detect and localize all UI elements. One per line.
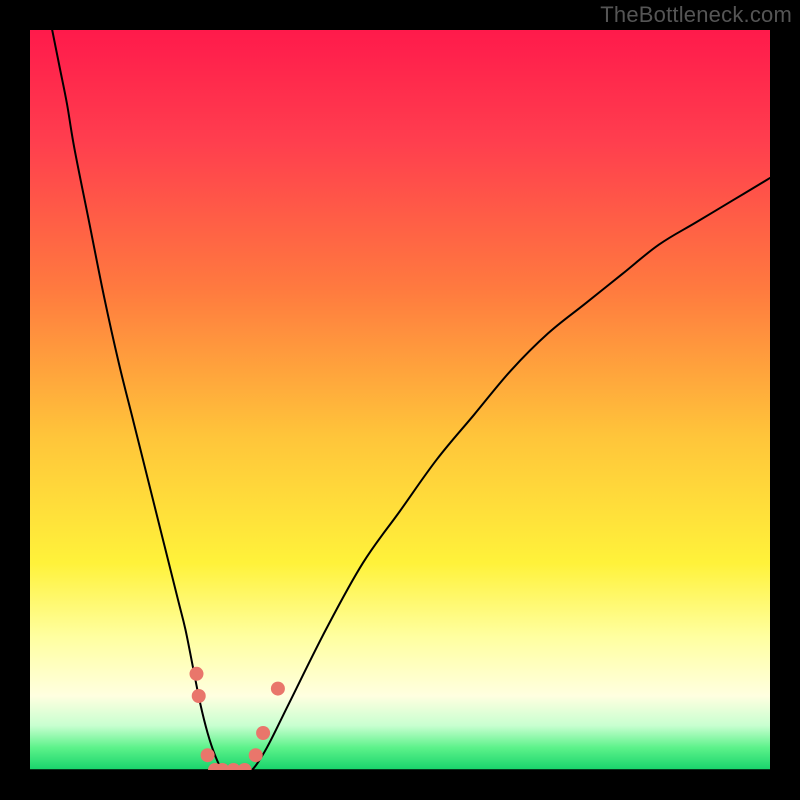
data-marker xyxy=(271,682,285,696)
watermark-text: TheBottleneck.com xyxy=(600,2,792,28)
gradient-background xyxy=(30,30,770,770)
data-marker xyxy=(190,667,204,681)
data-marker xyxy=(249,748,263,762)
plot-area xyxy=(30,30,770,770)
data-marker xyxy=(192,689,206,703)
data-marker xyxy=(201,748,215,762)
chart-svg xyxy=(30,30,770,770)
chart-frame: TheBottleneck.com xyxy=(0,0,800,800)
data-marker xyxy=(256,726,270,740)
